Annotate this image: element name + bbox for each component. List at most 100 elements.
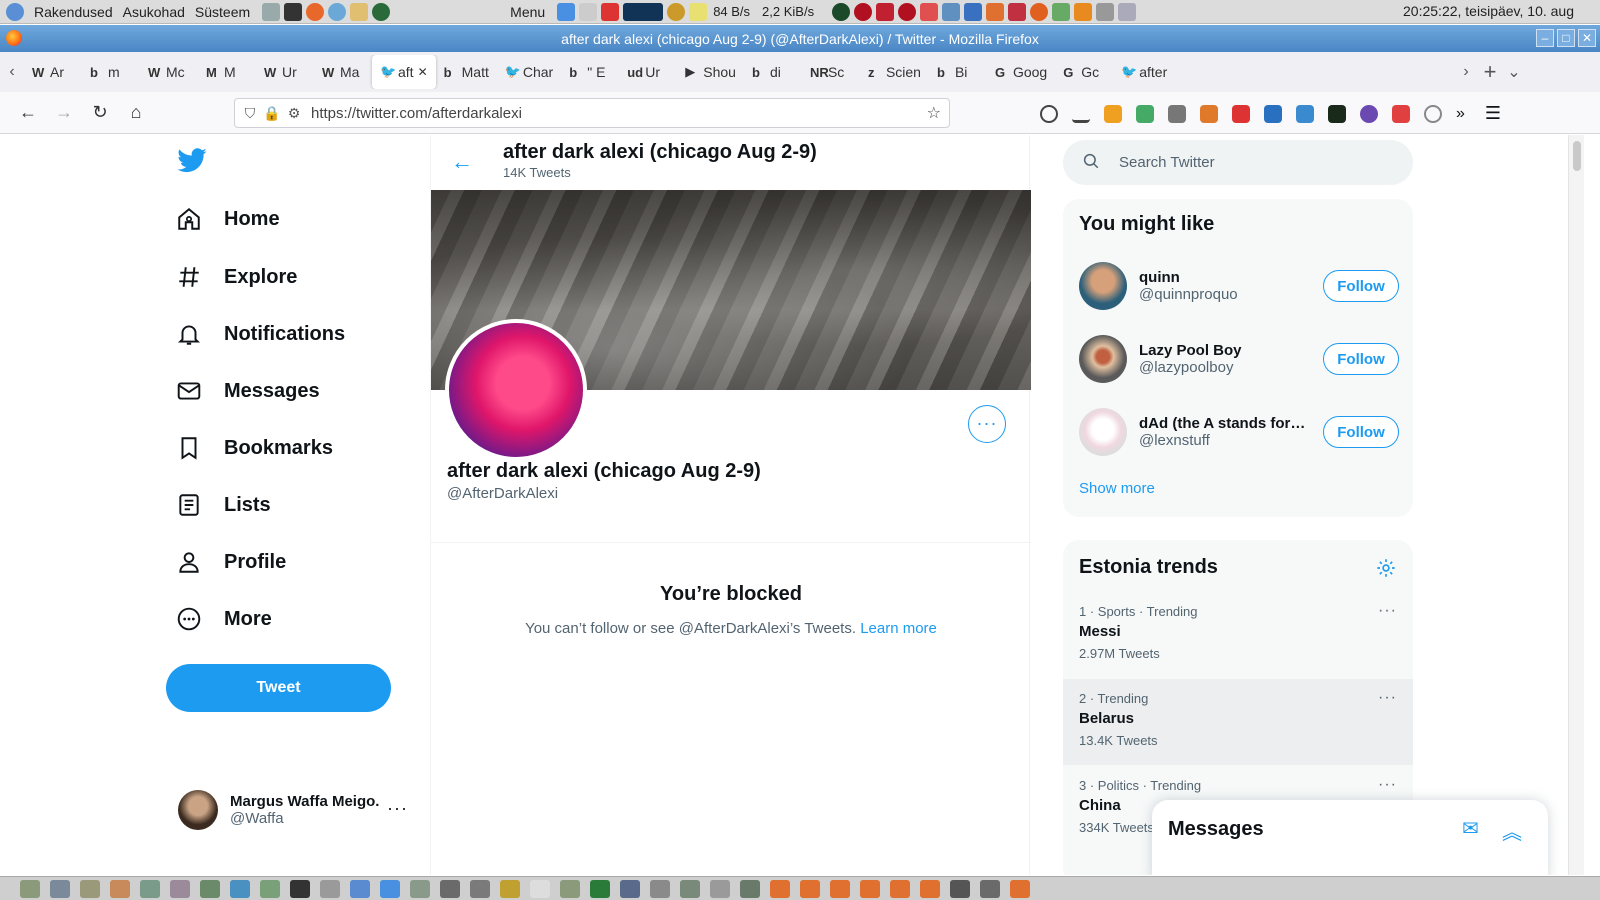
- taskbar-app-icon[interactable]: [470, 879, 490, 898]
- minimize-button[interactable]: –: [1536, 29, 1554, 47]
- browser-tab[interactable]: MM: [198, 55, 256, 89]
- hamburger-menu-icon[interactable]: ☰: [1485, 103, 1501, 124]
- close-window-button[interactable]: ✕: [1578, 29, 1596, 47]
- status-shield-icon[interactable]: [986, 2, 1005, 21]
- nav-messages[interactable]: Messages: [176, 366, 320, 416]
- user-avatar[interactable]: [1079, 408, 1127, 456]
- os-menu-button[interactable]: Menu: [510, 4, 545, 20]
- browser-tab[interactable]: b " E: [561, 55, 619, 89]
- browser-tab[interactable]: 🐦 Char: [497, 55, 561, 89]
- status-folder-icon[interactable]: [1052, 2, 1071, 21]
- show-more-link[interactable]: Show more: [1079, 480, 1155, 497]
- taskbar-app-icon[interactable]: [980, 879, 1000, 898]
- metamask-icon[interactable]: [1200, 104, 1218, 123]
- user-avatar[interactable]: [1079, 335, 1127, 383]
- app-launcher-icon[interactable]: [262, 2, 281, 21]
- taskbar-app-icon[interactable]: [380, 879, 400, 898]
- lock-icon[interactable]: 🔒: [261, 105, 283, 122]
- extension-bars-icon[interactable]: [1328, 104, 1346, 123]
- clock-applet-icon[interactable]: [579, 2, 598, 21]
- browser-tab[interactable]: G Goog: [987, 55, 1055, 89]
- extension-translate-icon[interactable]: [1296, 104, 1314, 123]
- browser-tab[interactable]: ud Ur: [619, 55, 677, 89]
- search-box[interactable]: Search Twitter: [1063, 140, 1413, 185]
- taskbar-app-icon[interactable]: [650, 879, 670, 898]
- browser-tab[interactable]: W Ar: [24, 55, 82, 89]
- learn-more-link[interactable]: Learn more: [860, 620, 937, 637]
- bookmark-star-icon[interactable]: ☆: [927, 103, 941, 123]
- taskbar-app-icon[interactable]: [710, 879, 730, 898]
- browser-tab[interactable]: 🐦 aft ✕: [372, 55, 436, 89]
- power-icon[interactable]: [1424, 104, 1442, 123]
- follow-button[interactable]: Follow: [1323, 416, 1399, 448]
- maximize-button[interactable]: □: [1557, 29, 1575, 47]
- page-scrollbar[interactable]: [1568, 135, 1584, 875]
- trend-more-icon[interactable]: ···: [1378, 689, 1397, 707]
- status-close-icon[interactable]: [876, 2, 895, 21]
- nav-lists[interactable]: Lists: [176, 480, 271, 530]
- new-tab-icon[interactable]: +: [1478, 59, 1502, 85]
- taskbar-app-icon[interactable]: [920, 879, 940, 898]
- taskbar-app-icon[interactable]: [680, 879, 700, 898]
- extension-link-icon[interactable]: [1232, 104, 1250, 123]
- taskbar-app-icon[interactable]: [440, 879, 460, 898]
- account-switcher[interactable]: Margus Waffa Meigo. @Waffa ···: [178, 790, 408, 830]
- taskbar-app-icon[interactable]: [320, 879, 340, 898]
- url-text[interactable]: https://twitter.com/afterdarkalexi: [311, 105, 522, 122]
- suggested-user[interactable]: quinn @quinnproquo Follow: [1079, 256, 1399, 316]
- taskbar-app-icon[interactable]: [110, 879, 130, 898]
- status-doc-icon[interactable]: [1118, 2, 1137, 21]
- suggested-user[interactable]: dAd (the A stands for aca @lexnstuff Fol…: [1079, 402, 1399, 462]
- extension-red-icon[interactable]: [1392, 104, 1410, 123]
- user-name[interactable]: Lazy Pool Boy: [1139, 342, 1309, 359]
- extension-purple-icon[interactable]: [1360, 104, 1378, 123]
- taskbar-app-icon[interactable]: [410, 879, 430, 898]
- taskbar-app-icon[interactable]: [170, 879, 190, 898]
- permissions-icon[interactable]: ⚙: [283, 105, 305, 122]
- profile-avatar[interactable]: [445, 319, 587, 461]
- taskbar-app-icon[interactable]: [770, 879, 790, 898]
- tab-scroll-right-icon[interactable]: ›: [1454, 63, 1478, 81]
- reload-icon[interactable]: ↻: [82, 102, 118, 123]
- tracking-shield-icon[interactable]: ⛉: [239, 105, 261, 122]
- taskbar-app-icon[interactable]: [620, 879, 640, 898]
- tab-scroll-left-icon[interactable]: ‹: [0, 63, 24, 81]
- trend-item[interactable]: 1 · Sports · Trending Messi 2.97M Tweets…: [1063, 592, 1413, 678]
- status-cloud-icon[interactable]: [942, 2, 961, 21]
- pocket-icon[interactable]: [1040, 104, 1058, 123]
- taskbar-app-icon[interactable]: [200, 879, 220, 898]
- taskbar-app-icon[interactable]: [590, 879, 610, 898]
- taskbar-app-icon[interactable]: [140, 879, 160, 898]
- chevron-up-icon[interactable]: ︽: [1502, 816, 1522, 845]
- back-arrow-icon[interactable]: ←: [10, 102, 46, 123]
- os-menu-applications[interactable]: Rakendused: [34, 4, 113, 20]
- os-clock[interactable]: 20:25:22, teisipäev, 10. aug: [1403, 3, 1574, 19]
- taskbar-app-icon[interactable]: [560, 879, 580, 898]
- new-message-icon[interactable]: ✉: [1462, 816, 1479, 841]
- taskbar-app-icon[interactable]: [860, 879, 880, 898]
- taskbar-app-icon[interactable]: [230, 879, 250, 898]
- status-display-icon[interactable]: [1096, 2, 1115, 21]
- distro-logo-icon[interactable]: [6, 2, 24, 21]
- taskbar-app-icon[interactable]: [800, 879, 820, 898]
- browser-tab[interactable]: bm: [82, 55, 140, 89]
- home-icon[interactable]: ⌂: [118, 102, 154, 123]
- browser-tab[interactable]: W Ma: [314, 55, 372, 89]
- checkbox-applet-icon[interactable]: [557, 2, 576, 21]
- status-ubuntu-icon[interactable]: [1030, 2, 1049, 21]
- status-cone-icon[interactable]: [1074, 2, 1093, 21]
- taskbar-app-icon[interactable]: [290, 879, 310, 898]
- globe-icon[interactable]: [372, 2, 391, 21]
- os-menu-places[interactable]: Asukohad: [123, 4, 185, 20]
- nav-profile[interactable]: Profile: [176, 537, 286, 587]
- taskbar-app-icon[interactable]: [740, 879, 760, 898]
- taskbar-app-icon[interactable]: [80, 879, 100, 898]
- back-arrow-icon[interactable]: ←: [451, 149, 473, 175]
- gear-icon[interactable]: [1375, 557, 1397, 579]
- weather-applet-icon[interactable]: [601, 2, 620, 21]
- browser-tab[interactable]: W Ur: [256, 55, 314, 89]
- browser-tab[interactable]: b Bi: [929, 55, 987, 89]
- search-applet-icon[interactable]: [667, 2, 686, 21]
- taskbar-app-icon[interactable]: [350, 879, 370, 898]
- nav-more[interactable]: More: [176, 594, 272, 644]
